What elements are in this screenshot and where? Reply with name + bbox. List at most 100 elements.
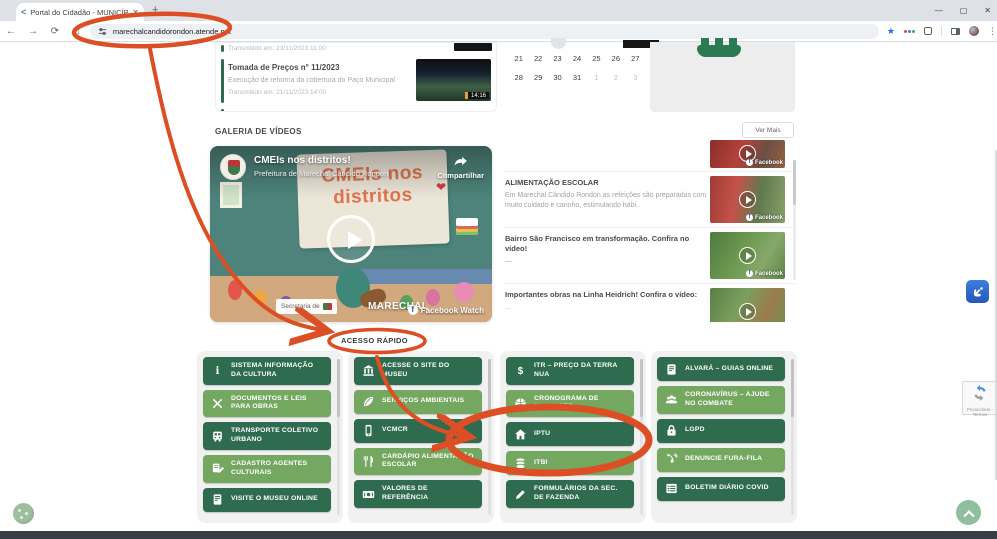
column-scrollbar[interactable] — [791, 359, 794, 515]
calendar-day[interactable]: 23 — [548, 54, 567, 63]
calendar-card: 2122232425262728293031123 — [505, 42, 649, 112]
quick-access-label: TRANSPORTE COLETIVO URBANO — [231, 427, 323, 445]
video-item-description: — — [505, 257, 709, 267]
rainbow-art — [456, 218, 478, 235]
calendar-day[interactable]: 3 — [626, 73, 645, 82]
news-item[interactable]: Tomada de Preços n° 11/2023 Execução de … — [216, 57, 496, 105]
side-panel-icon[interactable] — [951, 28, 960, 35]
extension-colored-icon[interactable] — [904, 30, 915, 33]
quick-access-label: IPTU — [534, 430, 550, 439]
close-tab-icon[interactable]: ✕ — [132, 8, 139, 17]
column-scrollbar[interactable] — [640, 359, 643, 515]
video-channel[interactable]: Prefeitura de Marechal Cândido Rondon — [254, 169, 388, 178]
quick-access-button-coronav-rus-ajude-no-combate[interactable]: CORONAVÍRUS – AJUDE NO COMBATE — [657, 386, 785, 414]
scroll-to-top-button[interactable] — [956, 500, 981, 525]
house-icon — [514, 428, 527, 441]
maximize-icon[interactable]: ▢ — [960, 6, 968, 15]
news-item-partial-top[interactable]: Transmitido em: 23/11/2023 11:00 — [216, 43, 496, 54]
share-label: Compartilhar — [437, 171, 484, 180]
play-button[interactable] — [327, 215, 375, 263]
video-list-item[interactable]: Importantes obras na Linha Heidrich! Con… — [505, 284, 795, 322]
calendar-day[interactable]: 1 — [587, 73, 606, 82]
new-tab-button[interactable]: + — [152, 4, 158, 16]
calendar-day[interactable]: 26 — [606, 54, 625, 63]
quick-access-button-lgpd[interactable]: LGPD — [657, 419, 785, 443]
video-item-thumbnail[interactable]: fFacebook — [710, 232, 785, 279]
video-item-thumbnail[interactable]: fFacebook — [710, 288, 785, 322]
video-item-thumbnail[interactable]: fFacebook — [710, 140, 785, 168]
cartoon-shelf — [360, 269, 492, 284]
calendar-day[interactable]: 30 — [548, 73, 567, 82]
cartoon-ball — [454, 282, 474, 302]
calendar-day[interactable]: 29 — [528, 73, 547, 82]
news-prev-thumbnail — [454, 43, 492, 51]
quick-access-button-servi-os-ambientais[interactable]: SERVIÇOS AMBIENTAIS — [354, 390, 482, 414]
browser-tab[interactable]: < Portal do Cidadão - MUNICÍPIO ✕ — [16, 3, 144, 21]
quick-access-button-sistema-informa-o-da-cultura[interactable]: iSISTEMA INFORMAÇÃO DA CULTURA — [203, 357, 331, 385]
quick-access-button-transporte-coletivo-urbano[interactable]: TRANSPORTE COLETIVO URBANO — [203, 422, 331, 450]
minimize-icon[interactable]: — — [935, 6, 943, 15]
calendar-day[interactable]: 27 — [626, 54, 645, 63]
quick-access-button-visite-o-museu-online[interactable]: VISITE O MUSEU ONLINE — [203, 488, 331, 512]
site-info-icon[interactable] — [98, 27, 107, 36]
calendar-day[interactable]: 24 — [567, 54, 586, 63]
column-scrollbar[interactable] — [337, 359, 340, 515]
calendar-day[interactable]: 25 — [587, 54, 606, 63]
secretaria-badge: Secretaria de — [276, 299, 337, 314]
back-icon[interactable]: ← — [0, 26, 22, 37]
quick-access-button-cadastro-agentes-culturais[interactable]: CADASTRO AGENTES CULTURAIS — [203, 455, 331, 483]
calendar-day[interactable]: 28 — [509, 73, 528, 82]
quick-access-button-itbi[interactable]: ITBI — [506, 451, 634, 475]
dollar-icon: $ — [514, 364, 527, 377]
video-item-thumbnail[interactable]: fFacebook — [710, 176, 785, 223]
profile-avatar[interactable] — [969, 26, 979, 36]
news-video-thumbnail[interactable]: 14:16 — [416, 59, 491, 101]
quick-access-button-boletim-di-rio-covid[interactable]: BOLETIM DIÁRIO COVID — [657, 477, 785, 501]
address-bar[interactable]: marechalcandidorondon.atende.net — [90, 24, 879, 39]
calendar-day[interactable]: 21 — [509, 54, 528, 63]
screenshot-root: < Portal do Cidadão - MUNICÍPIO ✕ + — ▢ … — [0, 0, 997, 539]
news-item-partial-bottom[interactable] — [216, 107, 496, 112]
forward-icon[interactable]: → — [22, 26, 44, 37]
reload-icon[interactable]: ⟳ — [44, 26, 66, 37]
calendar-day[interactable]: 2 — [606, 73, 625, 82]
quick-access-button-valores-de-refer-ncia[interactable]: VALORES DE REFERÊNCIA — [354, 480, 482, 508]
browser-menu-icon[interactable]: ⋮ — [988, 26, 997, 37]
video-list-item[interactable]: Bairro São Francisco em transformação. C… — [505, 228, 795, 284]
video-title[interactable]: CMEIs nos distritos! — [254, 155, 351, 166]
video-list: fFacebookALIMENTAÇÃO ESCOLAREm Marechal … — [505, 140, 795, 322]
video-item-description: ... — [505, 303, 709, 313]
extensions-icon[interactable] — [924, 27, 932, 35]
close-window-icon[interactable]: ✕ — [984, 6, 991, 15]
facebook-watch-badge[interactable]: f Facebook Watch — [408, 305, 484, 315]
video-list-scrollbar[interactable] — [793, 160, 796, 280]
quick-access-button-cronograma-de-esportes[interactable]: CRONOGRAMA DE ESPORTES — [506, 390, 634, 418]
quick-access-button-vcmcr[interactable]: VCMCR — [354, 419, 482, 443]
quick-access-button-iptu[interactable]: IPTU — [506, 422, 634, 446]
home-icon[interactable]: ⌂ — [66, 26, 88, 37]
quick-access-button-alvar-guias-online[interactable]: ALVARÁ – GUIAS ONLINE — [657, 357, 785, 381]
bookmark-star-icon[interactable]: ★ — [887, 26, 895, 37]
cookie-consent-button[interactable] — [13, 503, 34, 524]
quick-access-button-card-pio-alimenta-o-escolar[interactable]: CARDÁPIO ALIMENTAÇÃO ESCOLAR — [354, 448, 482, 476]
share-button[interactable]: Compartilhar — [437, 153, 484, 180]
quick-access-button-acesse-o-site-do-museu[interactable]: ACESSE O SITE DO MUSEU — [354, 357, 482, 385]
quick-access-label: SISTEMA INFORMAÇÃO DA CULTURA — [231, 362, 323, 380]
browser-toolbar: ← → ⟳ ⌂ marechalcandidorondon.atende.net… — [0, 21, 997, 42]
calendar-day[interactable]: 22 — [528, 54, 547, 63]
video-player[interactable]: CMEIs nos distritos ❤ CMEIs nos distrito… — [210, 146, 492, 322]
vlibras-accessibility-button[interactable] — [966, 280, 989, 303]
calendar-day[interactable]: 31 — [567, 73, 586, 82]
quick-access-button-formul-rios-da-sec-de-fazenda[interactable]: FORMULÁRIOS DA SEC. DE FAZENDA — [506, 480, 634, 508]
quick-access-button-itr-pre-o-da-terra-nua[interactable]: $ITR – PREÇO DA TERRA NUA — [506, 357, 634, 385]
quick-access-button-denuncie-fura-fila[interactable]: DENUNCIE FURA-FILA — [657, 448, 785, 472]
recaptcha-terms[interactable]: Privacidade - Termos — [963, 407, 997, 417]
video-list-item[interactable]: fFacebook — [505, 140, 795, 172]
quick-access-button-documentos-e-leis-para-obras[interactable]: DOCUMENTOS E LEIS PARA OBRAS — [203, 390, 331, 418]
book-icon — [665, 363, 678, 376]
see-more-button[interactable]: Ver Mais — [742, 122, 794, 138]
column-scrollbar[interactable] — [488, 359, 491, 515]
recaptcha-badge[interactable]: Privacidade - Termos — [962, 381, 997, 415]
video-list-item[interactable]: ALIMENTAÇÃO ESCOLAREm Marechal Cândido R… — [505, 172, 795, 228]
quick-access-label: LGPD — [685, 426, 705, 435]
